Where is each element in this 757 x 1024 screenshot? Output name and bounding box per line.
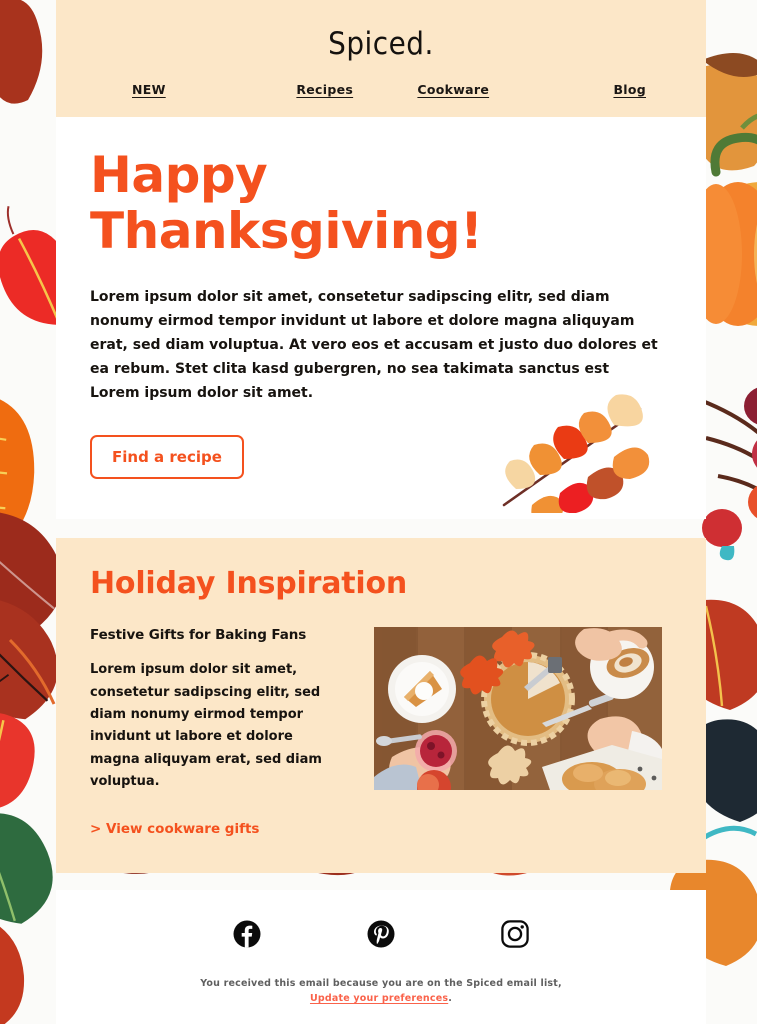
preferences-period: .: [448, 993, 453, 1005]
facebook-icon[interactable]: [233, 920, 261, 948]
instagram-icon[interactable]: [501, 919, 529, 948]
decor-gap-strip: [56, 519, 706, 538]
email-container: Spiced. NEW Recipes Cookware Blog Happy …: [56, 0, 706, 1024]
hero-section: Happy Thanksgiving! Lorem ipsum dolor si…: [56, 117, 706, 520]
update-preferences-link[interactable]: Update your preferences: [310, 993, 448, 1004]
email-footer: You received this email because you are …: [56, 889, 706, 1024]
pinterest-icon[interactable]: [367, 920, 395, 948]
view-cookware-gifts-link[interactable]: > View cookware gifts: [90, 821, 259, 837]
hero-title-line-2: Thanksgiving!: [90, 202, 483, 260]
nav-item-recipes[interactable]: Recipes: [261, 82, 390, 97]
hero-title: Happy Thanksgiving!: [90, 147, 672, 259]
holiday-inspiration-card: Holiday Inspiration Festive Gifts for Ba…: [56, 538, 706, 873]
autumn-branch-icon: [490, 393, 670, 520]
card-subtitle: Festive Gifts for Baking Fans: [90, 627, 307, 644]
footer-disclaimer: You received this email because you are …: [200, 977, 562, 989]
social-links: [56, 919, 706, 948]
footer-gap-strip: [56, 873, 706, 890]
nav-item-blog[interactable]: Blog: [518, 82, 685, 97]
card-title: Holiday Inspiration: [90, 566, 408, 602]
hero-title-line-1: Happy: [90, 146, 268, 204]
brand-logo: Spiced.: [328, 26, 434, 62]
main-navigation: NEW Recipes Cookware Blog: [56, 82, 706, 97]
footer-preferences-row: Update your preferences.: [56, 991, 706, 1007]
thanksgiving-table-photo: [374, 627, 662, 791]
find-a-recipe-button[interactable]: Find a recipe: [90, 435, 244, 480]
hero-paragraph: Lorem ipsum dolor sit amet, consetetur s…: [90, 289, 658, 402]
nav-item-new[interactable]: NEW: [78, 82, 261, 97]
nav-item-cookware[interactable]: Cookware: [389, 82, 518, 97]
card-paragraph: Lorem ipsum dolor sit amet, consetetur s…: [90, 662, 322, 790]
email-header: Spiced. NEW Recipes Cookware Blog: [56, 0, 706, 117]
